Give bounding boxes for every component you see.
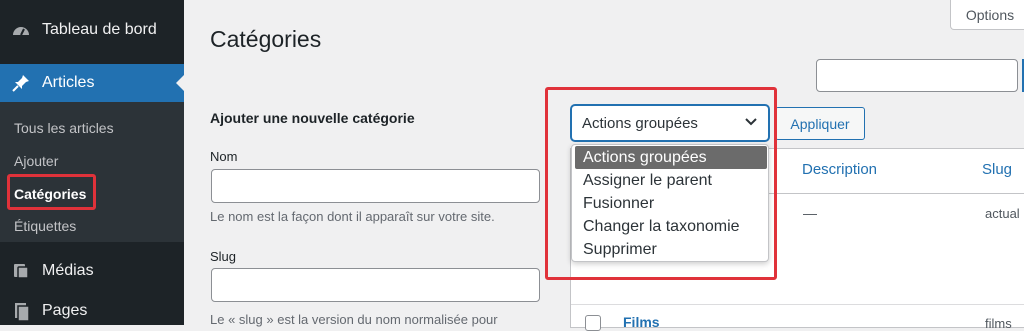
column-header-description[interactable]: Description [802,161,877,178]
pin-icon [10,72,32,94]
sidebar-item-label: Tableau de bord [42,21,157,38]
submenu-all-articles[interactable]: Tous les articles [14,120,114,136]
admin-sidebar: Tableau de bord Articles Tous les articl… [0,0,184,325]
table-cell-description: — [803,205,817,221]
sidebar-item-dashboard[interactable]: Tableau de bord [0,16,184,46]
submenu-add[interactable]: Ajouter [14,153,58,169]
table-cell-slug: actual [985,206,1020,221]
screen-options-button[interactable]: Options [950,0,1024,30]
row-divider [571,304,1024,305]
media-icon [10,260,32,282]
form-heading: Ajouter une nouvelle catégorie [210,110,415,126]
sidebar-item-label: Articles [42,74,95,91]
bulk-actions-highlight-box [545,87,777,280]
name-label: Nom [210,149,238,164]
sidebar-item-articles[interactable]: Articles [0,64,184,102]
table-cell-slug: films [985,316,1012,331]
sidebar-item-label: Médias [42,262,94,279]
categories-highlight-box [7,174,96,210]
articles-submenu: Tous les articles Ajouter Catégories Éti… [0,102,184,242]
sidebar-item-label: Pages [42,302,88,319]
sidebar-item-media[interactable]: Médias [0,258,184,288]
table-row-name-link[interactable]: Films [623,314,660,330]
name-field[interactable] [211,169,540,203]
column-header-slug[interactable]: Slug [982,161,1012,178]
dashboard-icon [10,20,32,42]
name-help-text: Le nom est la façon dont il apparaît sur… [210,209,495,224]
row-checkbox[interactable] [585,315,601,331]
slug-label: Slug [210,249,237,264]
search-input[interactable] [816,59,1018,92]
slug-field[interactable] [211,268,540,302]
current-menu-arrow [176,75,184,91]
submenu-tags[interactable]: Étiquettes [14,218,76,234]
sidebar-item-pages[interactable]: Pages [0,298,184,328]
page-title: Catégories [210,26,322,52]
apply-button[interactable]: Appliquer [775,107,865,140]
pages-icon [10,300,32,322]
